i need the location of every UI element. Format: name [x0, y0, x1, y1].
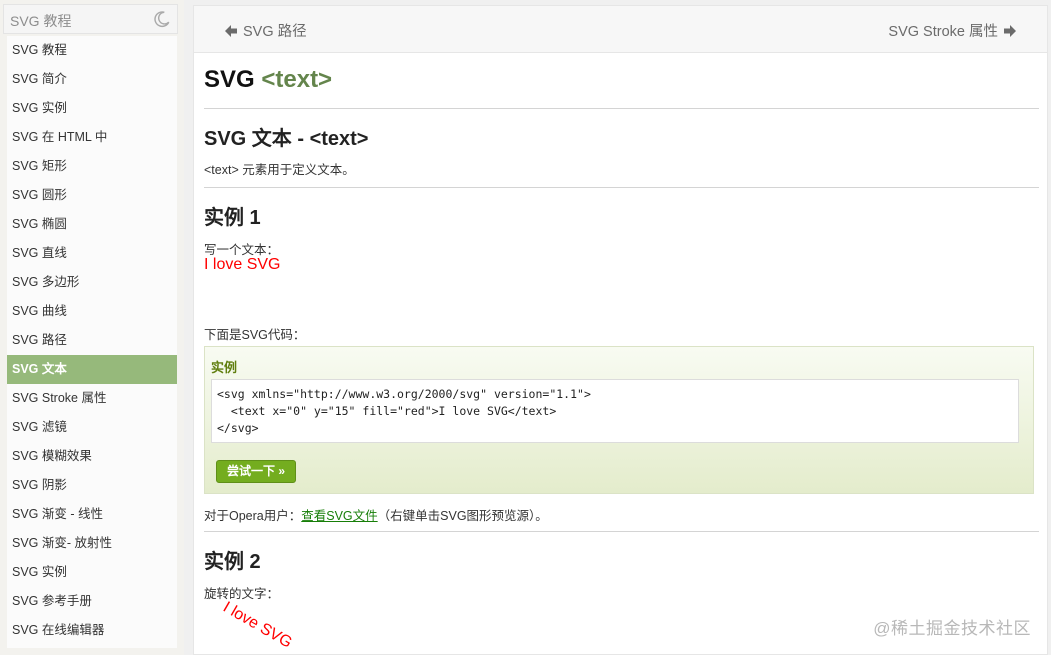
- divider: [204, 187, 1039, 188]
- arrow-left-icon: [225, 24, 237, 37]
- search-input[interactable]: SVG 教程: [3, 4, 178, 34]
- main-content: SVG 路径 SVG Stroke 属性 SVG <text> SVG 文本 -…: [193, 5, 1048, 655]
- sidebar-item[interactable]: SVG 文本: [7, 355, 177, 384]
- arrow-right-icon: [1004, 24, 1016, 37]
- page-navigation: SVG 路径 SVG Stroke 属性: [194, 6, 1047, 53]
- example-box: 实例 <svg xmlns="http://www.w3.org/2000/sv…: [204, 346, 1034, 494]
- page-title: SVG <text>: [204, 66, 332, 94]
- section-heading: SVG 文本 - <text>: [204, 128, 369, 150]
- sidebar-item[interactable]: SVG 直线: [7, 239, 177, 268]
- divider: [204, 108, 1039, 109]
- search-placeholder: SVG 教程: [10, 13, 72, 29]
- sidebar-item[interactable]: SVG 实例: [7, 558, 177, 587]
- code-line: </svg>: [217, 421, 259, 435]
- sidebar-item[interactable]: SVG 渐变- 放射性: [7, 529, 177, 558]
- code-line: <svg xmlns="http://www.w3.org/2000/svg" …: [217, 387, 591, 401]
- example2-svg-text: I love SVG: [220, 599, 295, 652]
- moon-icon[interactable]: [153, 10, 171, 28]
- view-svg-file-link[interactable]: 查看SVG文件: [301, 509, 377, 523]
- sidebar-item[interactable]: SVG 阴影: [7, 471, 177, 500]
- sidebar-item[interactable]: SVG 滤镜: [7, 413, 177, 442]
- page-title-tag: <text>: [261, 66, 333, 93]
- example2-heading: 实例 2: [204, 551, 261, 573]
- code-block: <svg xmlns="http://www.w3.org/2000/svg" …: [211, 379, 1019, 443]
- prev-page-label: SVG 路径: [243, 24, 307, 40]
- example-box-title: 实例: [211, 360, 238, 375]
- prev-page-link[interactable]: SVG 路径: [224, 20, 307, 41]
- opera-note: 对于Opera用户：查看SVG文件（右键单击SVG图形预览源）。: [204, 505, 548, 524]
- example1-svg-output: I love SVG: [204, 256, 280, 273]
- example1-heading: 实例 1: [204, 207, 261, 229]
- try-it-button[interactable]: 尝试一下 »: [216, 460, 296, 483]
- code-line: <text x="0" y="15" fill="red">I love SVG…: [217, 404, 557, 418]
- example1-svg-text: I love SVG: [204, 256, 280, 273]
- sidebar-item[interactable]: SVG 在 HTML 中: [7, 123, 177, 152]
- sidebar-item[interactable]: SVG 参考手册: [7, 587, 177, 616]
- divider: [204, 531, 1039, 532]
- sidebar-item[interactable]: SVG 圆形: [7, 181, 177, 210]
- sidebar-menu: SVG 教程 SVG 简介 SVG 实例 SVG 在 HTML 中 SVG 矩形 SVG …: [7, 36, 177, 648]
- next-page-label: SVG Stroke 属性: [888, 24, 998, 40]
- sidebar-item[interactable]: SVG 实例: [7, 94, 177, 123]
- sidebar-item[interactable]: SVG 多边形: [7, 268, 177, 297]
- sidebar-item[interactable]: SVG 渐变 - 线性: [7, 500, 177, 529]
- sidebar: SVG 教程 SVG 教程 SVG 简介 SVG 实例 SVG 在 HTML 中 SVG…: [0, 0, 184, 655]
- sidebar-item[interactable]: SVG 在线编辑器: [7, 616, 177, 645]
- sidebar-item[interactable]: SVG 路径: [7, 326, 177, 355]
- sidebar-item[interactable]: SVG 简介: [7, 65, 177, 94]
- watermark: @稀土掘金技术社区: [873, 619, 1031, 638]
- sidebar-item[interactable]: SVG 矩形: [7, 152, 177, 181]
- sidebar-item[interactable]: SVG 曲线: [7, 297, 177, 326]
- sidebar-item[interactable]: SVG Stroke 属性: [7, 384, 177, 413]
- opera-note-suffix: （右键单击SVG图形预览源）。: [377, 509, 548, 523]
- next-page-link[interactable]: SVG Stroke 属性: [888, 20, 1017, 41]
- example2-svg-output: I love SVG: [220, 599, 295, 652]
- sidebar-item[interactable]: SVG 模糊效果: [7, 442, 177, 471]
- sidebar-item[interactable]: SVG 椭圆: [7, 210, 177, 239]
- opera-note-prefix: 对于Opera用户：: [204, 509, 302, 523]
- code-intro: 下面是SVG代码：: [204, 328, 306, 342]
- sidebar-item[interactable]: SVG 教程: [7, 36, 177, 65]
- page-title-prefix: SVG: [204, 66, 255, 93]
- intro-text: <text> 元素用于定义文本。: [204, 163, 355, 177]
